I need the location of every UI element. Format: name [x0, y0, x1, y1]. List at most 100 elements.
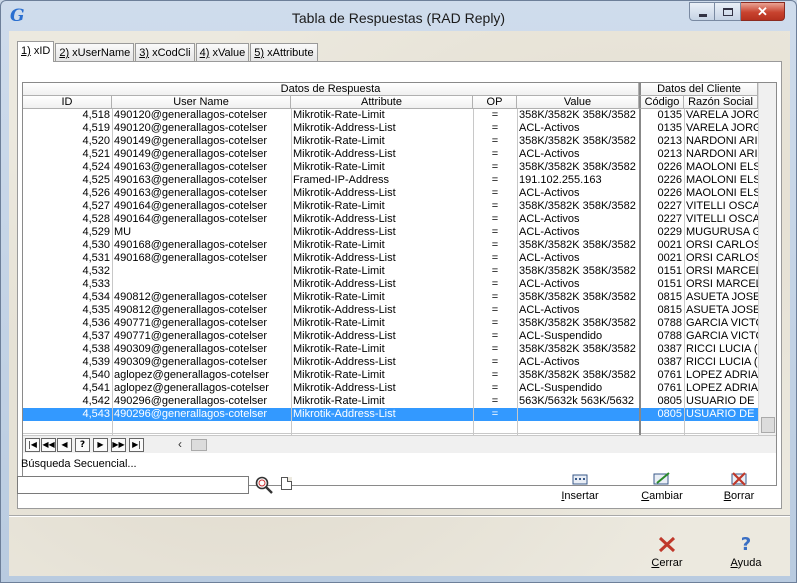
cell-razon-social[interactable]: LOPEZ ADRIANA	[684, 382, 758, 395]
cell-user-name[interactable]: 490163@generallagos-cotelser	[112, 187, 291, 200]
cell-value[interactable]: 191.102.255.163	[517, 174, 639, 187]
table-row[interactable]: 4,536 490771@generallagos-cotelser Mikroti…	[23, 317, 758, 330]
table-row[interactable]: 4,518 490120@generallagos-cotelser Mikroti…	[23, 109, 758, 122]
cell-razon-social[interactable]: ASUETA JOSE	[684, 304, 758, 317]
table-row[interactable]: 4,520 490149@generallagos-cotelser Mikroti…	[23, 135, 758, 148]
cell-attribute[interactable]: Mikrotik-Rate-Limit	[291, 135, 473, 148]
last-record-button[interactable]: ▶|	[129, 438, 144, 452]
cell-attribute[interactable]: Mikrotik-Address-List	[291, 226, 473, 239]
cell-id[interactable]: 4,528	[23, 213, 112, 226]
cell-codigo[interactable]: 0229	[641, 226, 684, 239]
table-row[interactable]: 4,521 490149@generallagos-cotelser Mikroti…	[23, 148, 758, 161]
cell-id[interactable]: 4,543	[23, 408, 112, 421]
table-row[interactable]: 4,539 490309@generallagos-cotelser Mikroti…	[23, 356, 758, 369]
cell-op[interactable]: =	[473, 187, 517, 200]
cell-razon-social[interactable]: RICCI LUCIA (R)	[684, 356, 758, 369]
cell-codigo[interactable]: 0761	[641, 369, 684, 382]
cell-razon-social[interactable]: ORSI MARCELO	[684, 265, 758, 278]
prev-record-button[interactable]: ◀	[57, 438, 72, 452]
cell-op[interactable]: =	[473, 395, 517, 408]
cell-razon-social[interactable]: GARCIA VICTOR	[684, 330, 758, 343]
cell-op[interactable]: =	[473, 122, 517, 135]
cambiar-button[interactable]: Cambiar	[634, 472, 690, 502]
cell-value[interactable]: 358K/3582K 358K/3582	[517, 109, 639, 122]
borrar-button[interactable]: Borrar	[715, 472, 763, 502]
cell-attribute[interactable]: Mikrotik-Address-List	[291, 304, 473, 317]
table-row[interactable]: 4,534 490812@generallagos-cotelser Mikroti…	[23, 291, 758, 304]
cell-value[interactable]: ACL-Activos	[517, 122, 639, 135]
cell-codigo[interactable]: 0227	[641, 200, 684, 213]
tab-xcodcli[interactable]: 3) xCodCli	[135, 43, 195, 62]
table-row[interactable]: 4,530 490168@generallagos-cotelser Mikroti…	[23, 239, 758, 252]
cell-user-name[interactable]: 490771@generallagos-cotelser	[112, 317, 291, 330]
cell-op[interactable]: =	[473, 291, 517, 304]
cell-attribute[interactable]: Mikrotik-Address-List	[291, 148, 473, 161]
cell-value[interactable]: 358K/3582K 358K/3582	[517, 239, 639, 252]
cell-razon-social[interactable]: RICCI LUCIA (R)	[684, 343, 758, 356]
cell-attribute[interactable]: Mikrotik-Rate-Limit	[291, 343, 473, 356]
table-row[interactable]: 4,519 490120@generallagos-cotelser Mikroti…	[23, 122, 758, 135]
cell-value[interactable]: ACL-Activos	[517, 356, 639, 369]
cell-razon-social[interactable]: NARDONI ARIEL	[684, 135, 758, 148]
cell-razon-social[interactable]: ORSI MARCELO	[684, 278, 758, 291]
cell-id[interactable]: 4,540	[23, 369, 112, 382]
cell-attribute[interactable]: Mikrotik-Address-List	[291, 278, 473, 291]
cell-razon-social[interactable]: ASUETA JOSE	[684, 291, 758, 304]
cell-user-name[interactable]: aglopez@generallagos-cotelser	[112, 369, 291, 382]
cell-value[interactable]: ACL-Activos	[517, 278, 639, 291]
find-magnifier-icon[interactable]	[254, 475, 274, 495]
column-header-id[interactable]: ID	[23, 96, 112, 109]
cell-razon-social[interactable]: MUGURUSA GUSTAVO	[684, 226, 758, 239]
cell-user-name[interactable]: 490309@generallagos-cotelser	[112, 356, 291, 369]
cell-user-name[interactable]: 490296@generallagos-cotelser	[112, 395, 291, 408]
cell-value[interactable]: 358K/3582K 358K/3582	[517, 317, 639, 330]
cell-user-name[interactable]: 490164@generallagos-cotelser	[112, 213, 291, 226]
cell-codigo[interactable]: 0805	[641, 395, 684, 408]
tab-xusername[interactable]: 2) xUserName	[55, 43, 135, 62]
cell-razon-social[interactable]: VARELA JORGE	[684, 122, 758, 135]
vertical-scroll-thumb[interactable]	[761, 417, 775, 433]
cell-user-name[interactable]: 490120@generallagos-cotelser	[112, 109, 291, 122]
cell-id[interactable]: 4,526	[23, 187, 112, 200]
find-record-button[interactable]: ?	[75, 438, 90, 452]
cell-id[interactable]: 4,533	[23, 278, 112, 291]
cell-razon-social[interactable]: ORSI CARLOS	[684, 239, 758, 252]
cell-codigo[interactable]: 0135	[641, 109, 684, 122]
minimize-button[interactable]	[689, 2, 715, 21]
next-page-button[interactable]: ▶▶	[111, 438, 126, 452]
cell-id[interactable]: 4,530	[23, 239, 112, 252]
cell-codigo[interactable]: 0761	[641, 382, 684, 395]
table-row[interactable]: 4,532 Mikrotik-Rate-Limit = 358K/3582K 358K…	[23, 265, 758, 278]
new-document-icon[interactable]	[281, 477, 292, 490]
cell-op[interactable]: =	[473, 109, 517, 122]
table-row[interactable]: 4,525 490163@generallagos-cotelser Framed-…	[23, 174, 758, 187]
cell-id[interactable]: 4,541	[23, 382, 112, 395]
column-header-codigo[interactable]: Código	[639, 96, 684, 109]
empty-row[interactable]	[23, 421, 758, 434]
table-row[interactable]: 4,543 490296@generallagos-cotelser Mikroti…	[23, 408, 758, 421]
cell-value[interactable]: 358K/3582K 358K/3582	[517, 200, 639, 213]
cell-id[interactable]: 4,525	[23, 174, 112, 187]
vertical-scrollbar[interactable]	[758, 83, 776, 435]
cell-user-name[interactable]: 490812@generallagos-cotelser	[112, 291, 291, 304]
cell-user-name[interactable]: 490168@generallagos-cotelser	[112, 239, 291, 252]
cell-user-name[interactable]: 490120@generallagos-cotelser	[112, 122, 291, 135]
cell-id[interactable]: 4,529	[23, 226, 112, 239]
cell-attribute[interactable]: Mikrotik-Rate-Limit	[291, 200, 473, 213]
cell-value[interactable]: 563K/5632k 563K/5632	[517, 395, 639, 408]
cell-attribute[interactable]: Mikrotik-Rate-Limit	[291, 291, 473, 304]
table-row[interactable]: 4,537 490771@generallagos-cotelser Mikroti…	[23, 330, 758, 343]
cell-codigo[interactable]: 0387	[641, 343, 684, 356]
cell-razon-social[interactable]: VITELLI OSCAR	[684, 200, 758, 213]
cell-value[interactable]: 358K/3582K 358K/3582	[517, 343, 639, 356]
cell-user-name[interactable]: 490296@generallagos-cotelser	[112, 408, 291, 421]
cell-id[interactable]: 4,521	[23, 148, 112, 161]
window-close-button[interactable]: ✕	[741, 2, 785, 21]
table-row[interactable]: 4,538 490309@generallagos-cotelser Mikroti…	[23, 343, 758, 356]
cell-id[interactable]: 4,519	[23, 122, 112, 135]
cell-codigo[interactable]: 0227	[641, 213, 684, 226]
cell-op[interactable]: =	[473, 408, 517, 421]
tab-xattribute[interactable]: 5) xAttribute	[250, 43, 318, 62]
tab-xvalue[interactable]: 4) xValue	[195, 43, 250, 62]
cell-user-name[interactable]: MU	[112, 226, 291, 239]
